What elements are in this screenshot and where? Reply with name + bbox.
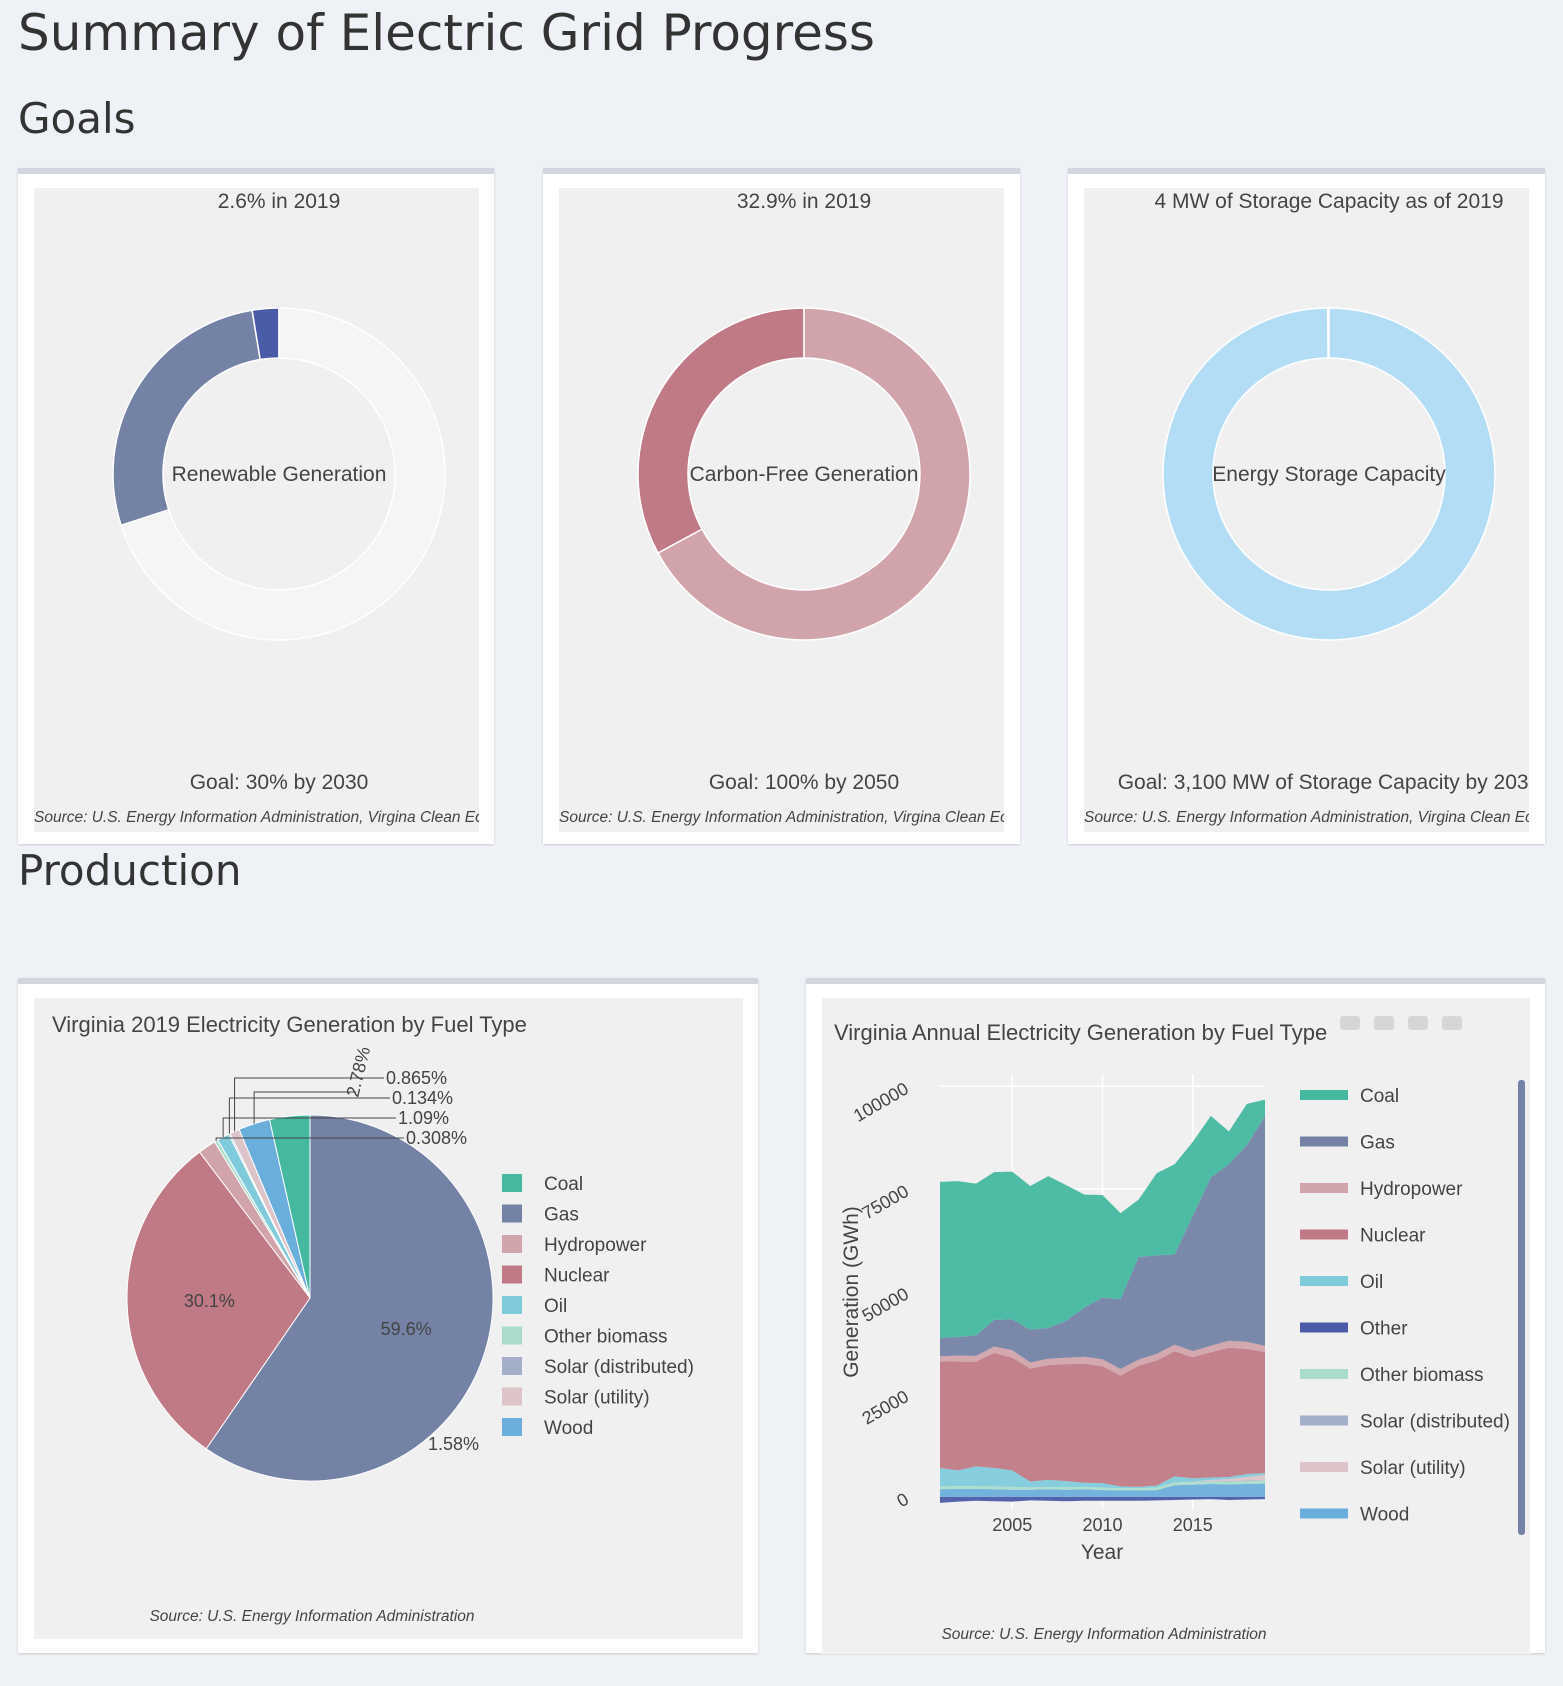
pie-label-other-biomass: 0.308% [406,1128,467,1148]
camera-icon[interactable] [1340,1016,1360,1030]
legend-item-nuclear: Nuclear [1360,1226,1426,1247]
legend-item-gas: Gas [544,1205,579,1226]
legend-swatch-nuclear[interactable] [1300,1229,1348,1240]
legend-swatch-coal[interactable] [502,1174,522,1192]
legend-swatch-oil[interactable] [1300,1276,1348,1286]
fuel-pie-chart[interactable]: Virginia 2019 Electricity Generation by … [34,998,743,1639]
legend-swatch-oil[interactable] [502,1296,522,1314]
goal-text: Goal: 30% by 2030 [190,771,369,794]
goal-source: Source: U.S. Energy Information Administ… [34,809,479,826]
x-tick-label: 2010 [1082,1515,1122,1535]
pie-label-hydropower: 1.58% [428,1434,479,1454]
donut-slice-remaining-to-goal[interactable] [112,309,261,527]
legend-item-solar-utility: Solar (utility) [544,1388,650,1409]
pie-source: Source: U.S. Energy Information Administ… [149,1608,474,1625]
legend-swatch-hydropower[interactable] [502,1235,522,1253]
legend-swatch-nuclear[interactable] [502,1265,522,1284]
legend-item-hydropower: Hydropower [1360,1179,1463,1200]
legend-item-solar-utility: Solar (utility) [1360,1458,1466,1479]
goal-source: Source: U.S. Energy Information Administ… [559,809,1004,826]
legend-swatch-solar-distributed[interactable] [502,1357,522,1375]
goal-text: Goal: 100% by 2050 [709,771,899,794]
zoom-icon[interactable] [1374,1016,1394,1030]
pie-label-nuclear: 30.1% [184,1291,235,1311]
legend-swatch-solar-distributed[interactable] [1300,1415,1348,1426]
pie-title: Virginia 2019 Electricity Generation by … [52,1012,527,1037]
y-tick-label: 0 [893,1489,912,1511]
donut-center-label: Energy Storage Capacity [1212,463,1446,486]
goal-text: Goal: 3,100 MW of Storage Capacity by 20… [1118,771,1529,794]
legend-swatch-wood[interactable] [502,1418,522,1436]
legend-item-other-biomass: Other biomass [544,1327,668,1348]
goal-header-1: 32.9% in 2019 [737,190,871,213]
pan-icon[interactable] [1408,1016,1428,1030]
pie-label-oil: 1.09% [398,1108,449,1128]
donut-center-label: Carbon-Free Generation [690,463,919,486]
area-title: Virginia Annual Electricity Generation b… [834,1020,1327,1045]
pie-label-wood: 2.78% [342,1045,374,1099]
goal-card-renewable: 2.6% in 2019 Renewable Generation Goal: 30… [18,168,494,844]
pie-label-gas: 59.6% [381,1319,432,1339]
legend-item-coal: Coal [544,1174,583,1195]
legend-swatch-other-biomass[interactable] [1300,1369,1348,1379]
area-card: Virginia Annual Electricity Generation b… [806,978,1545,1654]
legend-item-solar-distributed: Solar (distributed) [544,1357,694,1378]
legend-item-other-biomass: Other biomass [1360,1365,1484,1386]
goal-header-0: 2.6% in 2019 [218,190,341,213]
legend-swatch-coal[interactable] [1300,1090,1348,1100]
production-heading: Production [18,846,242,895]
y-tick-label: 100000 [850,1078,912,1125]
y-tick-label: 75000 [859,1181,912,1223]
pie-label-solar-distributed: 0.134% [392,1088,453,1108]
x-tick-label: 2005 [992,1515,1032,1535]
legend-swatch-gas[interactable] [502,1204,522,1223]
legend-swatch-wood[interactable] [1300,1508,1348,1519]
area-series-nuclear[interactable] [940,1347,1265,1487]
legend-item-coal: Coal [1360,1086,1399,1107]
goal-chart-storage[interactable]: 4 MW of Storage Capacity as of 2019 Energ… [1084,188,1529,832]
legend-swatch-other-biomass[interactable] [502,1326,522,1345]
area-source: Source: U.S. Energy Information Administ… [941,1626,1266,1643]
legend-swatch-solar-utility[interactable] [502,1387,522,1406]
legend-item-nuclear: Nuclear [544,1266,610,1287]
goal-card-storage: 4 MW of Storage Capacity as of 2019 Energ… [1068,168,1545,844]
x-tick-label: 2015 [1173,1515,1213,1535]
fuel-area-chart[interactable]: Virginia Annual Electricity Generation b… [822,998,1530,1654]
legend-swatch-solar-utility[interactable] [1300,1462,1348,1472]
pie-label-solar-utility: 0.865% [386,1068,447,1088]
legend-scrollbar[interactable] [1518,1080,1525,1535]
legend-item-solar-distributed: Solar (distributed) [1360,1412,1510,1433]
pie-card: Virginia 2019 Electricity Generation by … [18,978,758,1653]
legend-item-hydropower: Hydropower [544,1235,647,1256]
legend-item-gas: Gas [1360,1133,1395,1154]
menu-icon[interactable] [1442,1016,1462,1030]
goal-card-carbon-free: 32.9% in 2019 Carbon-Free Generation Goal:… [543,168,1020,844]
legend-item-other: Other [1360,1319,1408,1340]
legend-item-oil: Oil [544,1296,567,1317]
donut-center-label: Renewable Generation [172,463,387,486]
page-title: Summary of Electric Grid Progress [18,4,875,62]
donut-slice-current[interactable] [637,307,805,555]
x-axis-title: Year [1081,1541,1123,1564]
y-tick-label: 25000 [859,1386,912,1428]
goals-heading: Goals [18,94,136,143]
goal-source: Source: U.S. Energy Information Administ… [1084,809,1529,826]
legend-swatch-gas[interactable] [1300,1136,1348,1147]
goal-header-2: 4 MW of Storage Capacity as of 2019 [1154,190,1503,213]
y-axis-title: Generation (GWh) [840,1206,863,1378]
legend-item-wood: Wood [544,1418,593,1439]
legend-item-wood: Wood [1360,1505,1409,1526]
legend-swatch-hydropower[interactable] [1300,1183,1348,1193]
legend-swatch-other[interactable] [1300,1322,1348,1333]
legend-item-oil: Oil [1360,1272,1383,1293]
goal-chart-renewable[interactable]: 2.6% in 2019 Renewable Generation Goal: 30… [34,188,479,832]
y-tick-label: 50000 [859,1284,912,1326]
goal-chart-carbon-free[interactable]: 32.9% in 2019 Carbon-Free Generation Goal:… [559,188,1004,832]
